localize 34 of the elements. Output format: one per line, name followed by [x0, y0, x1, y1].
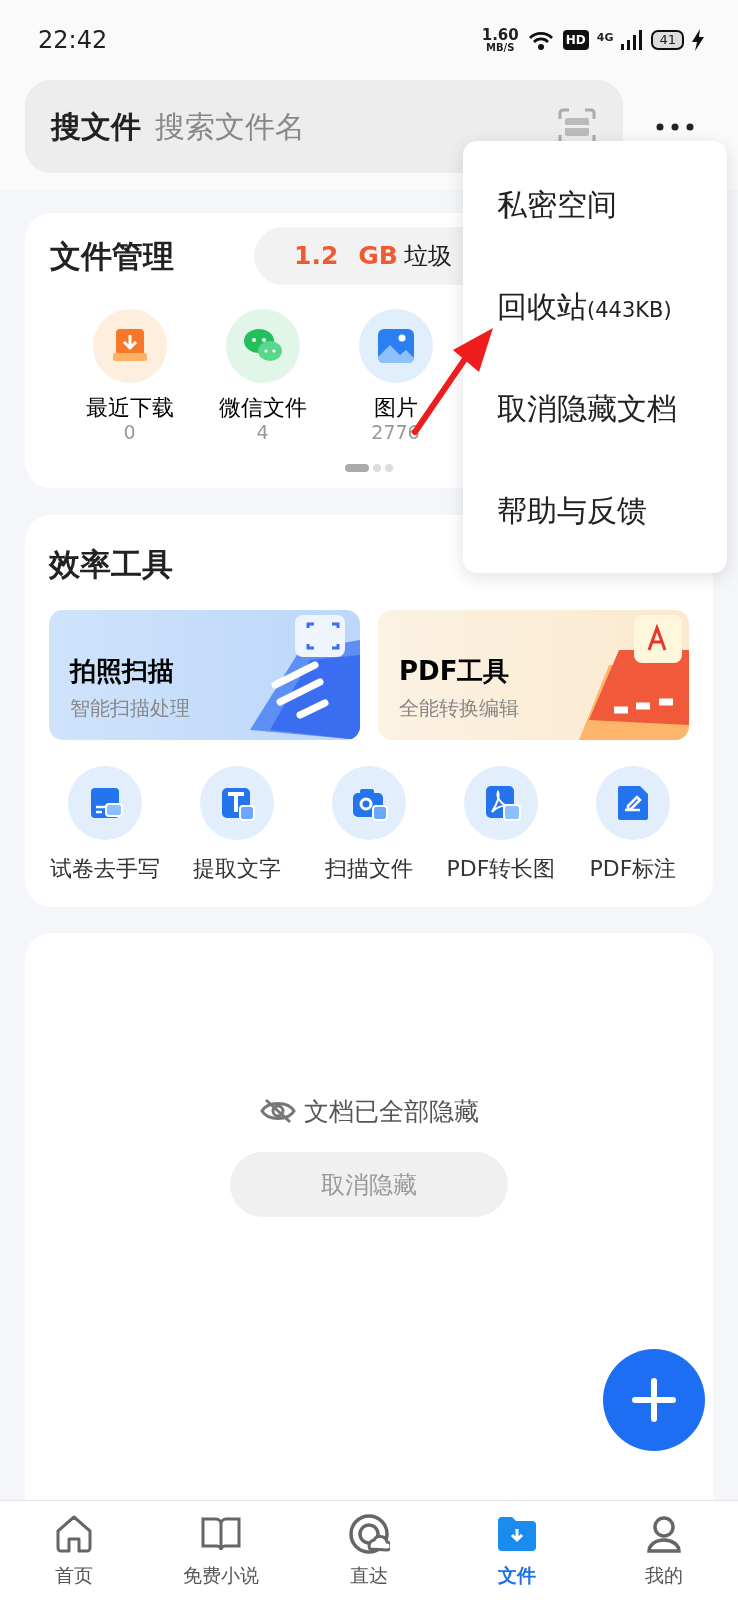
- signal-icon: [621, 29, 644, 51]
- hidden-eye-icon: [259, 1097, 296, 1126]
- nav-tab[interactable]: 首页: [0, 1501, 148, 1600]
- more-icon[interactable]: [655, 121, 695, 132]
- nav-tab[interactable]: 免费小说: [147, 1501, 296, 1600]
- tool-shortcut[interactable]: 扫描文件: [303, 765, 435, 885]
- nav-tab[interactable]: 直达: [295, 1501, 443, 1600]
- plus-icon: [632, 1378, 676, 1422]
- nav-tab[interactable]: 文件: [442, 1501, 591, 1600]
- file-category[interactable]: 最近下载 0: [85, 309, 174, 445]
- section-title: 效率工具: [49, 545, 173, 585]
- search-field[interactable]: 搜索文件名: [153, 103, 557, 150]
- tool-banner[interactable]: 拍照扫描 智能扫描处理: [49, 609, 360, 740]
- menu-item[interactable]: 帮助与反馈: [463, 459, 727, 561]
- menu-item[interactable]: 回收站(443KB): [463, 255, 727, 357]
- network-speed: 1.60 MB/S: [481, 27, 519, 53]
- file-category[interactable]: 微信文件 4: [218, 309, 307, 445]
- menu-item[interactable]: 取消隐藏文档: [463, 357, 727, 459]
- hd-badge: HD: [562, 30, 589, 50]
- tool-shortcut[interactable]: 试卷去手写: [39, 765, 171, 885]
- search-bar[interactable]: 搜文件 搜索文件名: [25, 80, 623, 173]
- charging-icon: [692, 29, 704, 51]
- search-cloud-icon: [348, 1513, 390, 1555]
- tool-shortcut[interactable]: PDF标注: [567, 765, 699, 885]
- clock-time: 22:42: [38, 25, 108, 56]
- nav-tab[interactable]: 我的: [590, 1501, 738, 1600]
- empty-message: 文档已全部隐藏: [303, 1095, 479, 1128]
- tool-shortcut[interactable]: 提取文字: [171, 765, 303, 885]
- search-label: 搜文件: [51, 108, 141, 146]
- network-type: 4G: [596, 29, 614, 46]
- battery-level: 41: [651, 30, 684, 50]
- tool-banner[interactable]: PDF工具 全能转换编辑: [378, 609, 689, 740]
- tool-shortcut[interactable]: PDF转长图: [435, 765, 567, 885]
- section-title: 文件管理: [50, 236, 174, 276]
